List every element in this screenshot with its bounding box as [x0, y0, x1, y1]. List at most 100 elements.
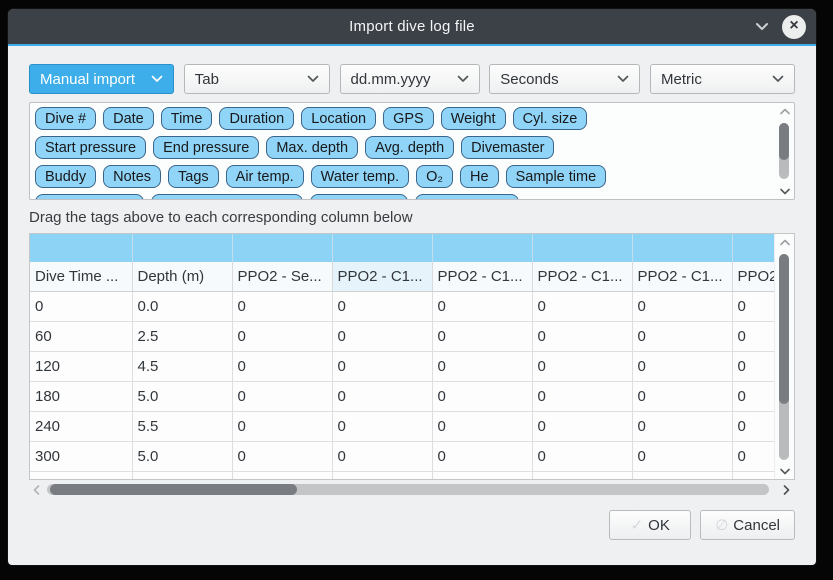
- titlebar[interactable]: Import dive log file ×: [8, 9, 816, 46]
- cancel-button[interactable]: ∅ Cancel: [700, 510, 795, 540]
- tag-divemaster[interactable]: Divemaster: [461, 136, 554, 159]
- select-import-source[interactable]: Manual import: [29, 64, 174, 94]
- scroll-up-icon[interactable]: [775, 105, 794, 117]
- tag-row: Dive # Date Time Duration Location GPS Weight C…: [35, 107, 770, 130]
- drag-hint: Drag the tags above to each correspondin…: [29, 208, 795, 228]
- preview-table: Dive Time ...Depth (m)PPO2 - Se...PPO2 -…: [30, 234, 777, 480]
- cell: 0: [232, 291, 332, 321]
- scroll-up-icon[interactable]: [775, 236, 794, 248]
- tag-water-temp[interactable]: Water temp.: [311, 165, 409, 188]
- tag-air-temp[interactable]: Air temp.: [226, 165, 304, 188]
- cell: 0: [632, 411, 732, 441]
- select-value: Tab: [195, 71, 219, 88]
- column-header: PPO2 - C1...: [332, 262, 432, 291]
- tag-tags[interactable]: Tags: [168, 165, 219, 188]
- tag-sample-depth[interactable]: Sample depth: [35, 194, 144, 200]
- drop-target-cell[interactable]: [732, 234, 776, 262]
- close-button[interactable]: ×: [782, 15, 806, 39]
- tag-rows: Dive # Date Time Duration Location GPS Weight C…: [35, 107, 770, 200]
- tag-time[interactable]: Time: [161, 107, 213, 130]
- tag-location[interactable]: Location: [301, 107, 376, 130]
- cell: 240: [30, 411, 132, 441]
- scrollbar-thumb[interactable]: [779, 254, 789, 404]
- cell: 0: [532, 291, 632, 321]
- cell: [532, 471, 632, 480]
- cell: 0: [232, 411, 332, 441]
- chevron-down-icon: [151, 75, 163, 83]
- select-value: dd.mm.yyyy: [351, 71, 431, 88]
- ok-button[interactable]: ✓ OK: [609, 510, 691, 540]
- table-body: 00.0000000602.50000001204.50000001805.00…: [30, 291, 776, 480]
- tag-cyl-size[interactable]: Cyl. size: [513, 107, 588, 130]
- column-header: PPO2 - Se...: [232, 262, 332, 291]
- chevron-down-icon: [307, 75, 319, 83]
- scrollbar-thumb[interactable]: [779, 123, 789, 160]
- cell: 0: [732, 291, 776, 321]
- check-icon: ✓: [631, 516, 644, 534]
- tag-weight[interactable]: Weight: [441, 107, 506, 130]
- cell: 5.0: [132, 381, 232, 411]
- table-scrollbar[interactable]: [774, 234, 794, 479]
- cell: 0: [432, 381, 532, 411]
- cell: [732, 471, 776, 480]
- drop-target-cell[interactable]: [432, 234, 532, 262]
- drop-target-cell[interactable]: [132, 234, 232, 262]
- tag-end-pressure[interactable]: End pressure: [153, 136, 259, 159]
- cell: 180: [30, 381, 132, 411]
- scroll-left-icon[interactable]: [29, 482, 43, 497]
- tag-row: Start pressure End pressure Max. depth Avg.…: [35, 136, 770, 159]
- drop-target-cell[interactable]: [332, 234, 432, 262]
- scroll-down-icon[interactable]: [775, 185, 794, 197]
- cell: 0: [732, 321, 776, 351]
- tag-sample-time[interactable]: Sample time: [506, 165, 607, 188]
- cell: 0: [532, 441, 632, 471]
- cell: 60: [30, 321, 132, 351]
- drop-target-cell[interactable]: [532, 234, 632, 262]
- import-dialog-window: Import dive log file × Manual import Tab d…: [8, 9, 816, 565]
- tag-o[interactable]: O₂: [416, 165, 453, 188]
- drop-target-cell[interactable]: [232, 234, 332, 262]
- column-header: PPO2 - C1...: [632, 262, 732, 291]
- cell: 0: [332, 291, 432, 321]
- scrollbar-thumb[interactable]: [50, 484, 297, 495]
- cell: 0: [332, 321, 432, 351]
- tag-avg-depth[interactable]: Avg. depth: [365, 136, 454, 159]
- select-value: Metric: [661, 71, 702, 88]
- cell: 0: [332, 441, 432, 471]
- cell: 2.5: [132, 321, 232, 351]
- select-date-format[interactable]: dd.mm.yyyy: [340, 64, 480, 94]
- table-horizontal-scrollbar[interactable]: [29, 482, 795, 497]
- drop-target-cell[interactable]: [632, 234, 732, 262]
- scroll-right-icon[interactable]: [779, 482, 793, 497]
- select-units[interactable]: Metric: [650, 64, 795, 94]
- tag-sample-temperature[interactable]: Sample temperature: [151, 194, 302, 200]
- drop-target-cell[interactable]: [30, 234, 132, 262]
- tag-he[interactable]: He: [460, 165, 499, 188]
- tag-pool-scrollbar[interactable]: [775, 103, 794, 199]
- import-preview-table: Dive Time ...Depth (m)PPO2 - Se...PPO2 -…: [29, 233, 795, 480]
- tag-duration[interactable]: Duration: [219, 107, 294, 130]
- tag-date[interactable]: Date: [103, 107, 154, 130]
- cell: 5.0: [132, 441, 232, 471]
- tag-notes[interactable]: Notes: [103, 165, 161, 188]
- tag-sample-cns[interactable]: Sample CNS: [415, 194, 519, 200]
- scroll-down-icon[interactable]: [775, 465, 794, 477]
- cell: 0: [432, 441, 532, 471]
- cell: 4.5: [132, 351, 232, 381]
- tag-start-pressure[interactable]: Start pressure: [35, 136, 146, 159]
- cell: 0: [532, 381, 632, 411]
- tag-buddy[interactable]: Buddy: [35, 165, 96, 188]
- cell: 0: [232, 351, 332, 381]
- select-duration-format[interactable]: Seconds: [489, 64, 640, 94]
- select-value: Seconds: [500, 71, 558, 88]
- cell: 0: [232, 321, 332, 351]
- cancel-button-label: Cancel: [733, 517, 780, 534]
- titlebar-chevron-down-icon[interactable]: [754, 19, 770, 35]
- select-field-separator[interactable]: Tab: [184, 64, 330, 94]
- tag-dive[interactable]: Dive #: [35, 107, 96, 130]
- cell: 0: [732, 441, 776, 471]
- tag-max-depth[interactable]: Max. depth: [266, 136, 358, 159]
- tag-gps[interactable]: GPS: [383, 107, 434, 130]
- tag-sample-po[interactable]: Sample pO₂: [310, 194, 408, 200]
- cell: 0: [632, 321, 732, 351]
